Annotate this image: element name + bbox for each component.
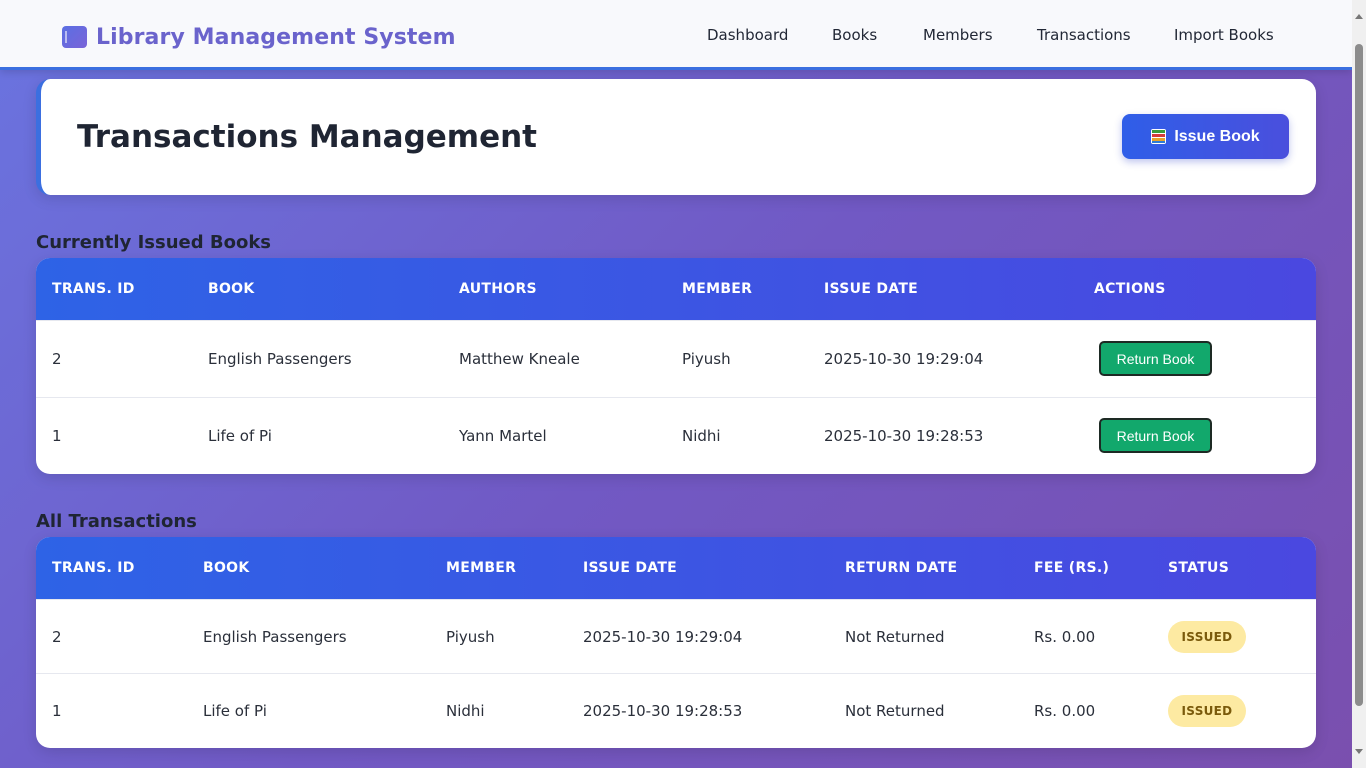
- scrollbar-thumb[interactable]: [1355, 44, 1363, 706]
- nav-link-dashboard[interactable]: Dashboard: [707, 26, 788, 44]
- table-header: TRANS. ID BOOK AUTHORS MEMBER ISSUE DATE…: [36, 258, 1316, 320]
- table-row: 1 Life of Pi Nidhi 2025-10-30 19:28:53 N…: [36, 673, 1316, 747]
- cell-member: Piyush: [446, 628, 495, 646]
- cell-issue-date: 2025-10-30 19:28:53: [583, 702, 743, 720]
- nav-link-import-books[interactable]: Import Books: [1174, 26, 1274, 44]
- issued-section-title: Currently Issued Books: [36, 232, 272, 253]
- column-header-status[interactable]: STATUS: [1168, 560, 1229, 576]
- column-header-actions: ACTIONS: [1094, 281, 1166, 297]
- column-header-issue-date[interactable]: ISSUE DATE: [583, 560, 677, 576]
- nav-link-members[interactable]: Members: [923, 26, 993, 44]
- issue-book-label: Issue Book: [1174, 127, 1260, 145]
- column-header-book[interactable]: BOOK: [203, 560, 250, 576]
- cell-member: Nidhi: [446, 702, 485, 720]
- page-title: Transactions Management: [77, 119, 538, 155]
- all-transactions-section-title: All Transactions: [36, 511, 197, 532]
- cell-issue-date: 2025-10-30 19:29:04: [824, 350, 984, 368]
- cell-trans-id: 1: [52, 702, 62, 720]
- cell-fee: Rs. 0.00: [1034, 702, 1096, 720]
- cell-fee: Rs. 0.00: [1034, 628, 1096, 646]
- column-header-trans-id[interactable]: TRANS. ID: [52, 560, 135, 576]
- cell-trans-id: 1: [52, 427, 62, 445]
- column-header-return-date[interactable]: RETURN DATE: [845, 560, 957, 576]
- cell-issue-date: 2025-10-30 19:29:04: [583, 628, 743, 646]
- issue-book-button[interactable]: Issue Book: [1122, 114, 1289, 159]
- cell-member: Piyush: [682, 350, 731, 368]
- books-icon: [1151, 129, 1167, 144]
- scroll-up-arrow-icon[interactable]: [1355, 14, 1363, 19]
- cell-book: Life of Pi: [203, 702, 267, 720]
- status-badge: ISSUED: [1168, 695, 1246, 727]
- cell-member: Nidhi: [682, 427, 721, 445]
- cell-authors: Yann Martel: [459, 427, 547, 445]
- cell-authors: Matthew Kneale: [459, 350, 580, 368]
- cell-issue-date: 2025-10-30 19:28:53: [824, 427, 984, 445]
- page-scrollbar[interactable]: [1352, 0, 1366, 768]
- return-book-button[interactable]: Return Book: [1099, 341, 1212, 376]
- table-row: 1 Life of Pi Yann Martel Nidhi 2025-10-3…: [36, 397, 1316, 474]
- top-navbar: Library Management System Dashboard Book…: [0, 0, 1352, 70]
- column-header-member[interactable]: MEMBER: [446, 560, 516, 576]
- column-header-issue-date[interactable]: ISSUE DATE: [824, 281, 918, 297]
- column-header-book[interactable]: BOOK: [208, 281, 255, 297]
- column-header-trans-id[interactable]: TRANS. ID: [52, 281, 135, 297]
- return-book-button[interactable]: Return Book: [1099, 418, 1212, 453]
- column-header-fee[interactable]: FEE (RS.): [1034, 560, 1109, 576]
- table-row: 2 English Passengers Piyush 2025-10-30 1…: [36, 599, 1316, 673]
- status-badge: ISSUED: [1168, 621, 1246, 653]
- cell-return-date: Not Returned: [845, 628, 945, 646]
- cell-trans-id: 2: [52, 350, 62, 368]
- column-header-authors[interactable]: AUTHORS: [459, 281, 537, 297]
- cell-trans-id: 2: [52, 628, 62, 646]
- table-row: 2 English Passengers Matthew Kneale Piyu…: [36, 320, 1316, 397]
- nav-links: Dashboard Books Members Transactions Imp…: [0, 0, 1352, 70]
- all-transactions-table: TRANS. ID BOOK MEMBER ISSUE DATE RETURN …: [36, 537, 1316, 748]
- table-header: TRANS. ID BOOK MEMBER ISSUE DATE RETURN …: [36, 537, 1316, 599]
- issued-books-table: TRANS. ID BOOK AUTHORS MEMBER ISSUE DATE…: [36, 258, 1316, 474]
- scroll-down-arrow-icon[interactable]: [1355, 749, 1363, 754]
- nav-link-books[interactable]: Books: [832, 26, 877, 44]
- cell-book: English Passengers: [203, 628, 347, 646]
- nav-link-transactions[interactable]: Transactions: [1037, 26, 1131, 44]
- column-header-member[interactable]: MEMBER: [682, 281, 752, 297]
- cell-book: Life of Pi: [208, 427, 272, 445]
- page-header-card: Transactions Management Issue Book: [36, 79, 1316, 195]
- cell-return-date: Not Returned: [845, 702, 945, 720]
- cell-book: English Passengers: [208, 350, 352, 368]
